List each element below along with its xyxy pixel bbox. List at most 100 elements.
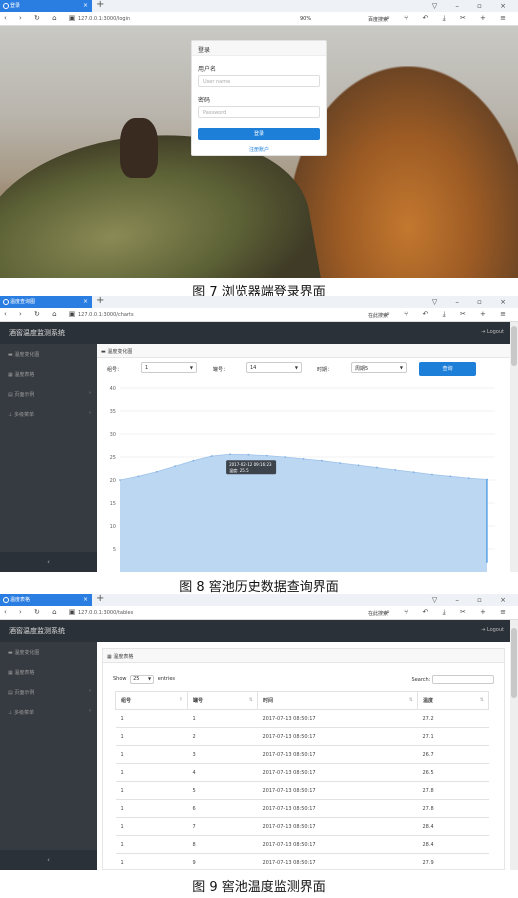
table-cell: 27.2 — [417, 709, 489, 728]
collapse-sidebar-button[interactable]: ‹ — [0, 552, 97, 572]
window-controls[interactable]: ▽ – ▫ × — [432, 296, 514, 308]
browser-tools-icon[interactable]: ⌕ ⑂ ↶ ⤓ ✂ + ≡ — [386, 608, 512, 617]
tank-select[interactable]: 14 ▼ — [246, 362, 302, 373]
app-title: 酒窖温度监测系统 — [9, 329, 65, 337]
login-screenshot: 登录 × + ▽ – ▫ × ‹ › ↻ ⌂ ▣ 127.0.0.1:3000/l… — [0, 0, 518, 278]
url-field[interactable]: 127.0.0.1:3000/charts — [78, 312, 134, 318]
table-cell: 27.8 — [417, 781, 489, 800]
chevron-right-icon: › — [89, 390, 91, 396]
chevron-right-icon: › — [89, 688, 91, 694]
browser-tab[interactable]: 温度查询图 × — [0, 296, 92, 308]
temperature-chart: 5 10 15 20 25 30 35 40 2017-02-12 09:16:23温度: 25… — [110, 386, 495, 572]
sort-icon: ⇅ — [479, 697, 484, 703]
logout-label: Logout — [486, 329, 504, 335]
col-header-tank[interactable]: 罐号 ⇅ — [187, 691, 258, 710]
period-value: 周期5 — [355, 366, 369, 372]
password-label: 密码 — [198, 97, 211, 104]
data-point — [467, 477, 470, 480]
sidebar-item-menu[interactable]: ⊥ 多级菜单 › — [0, 404, 97, 424]
zoom-level[interactable]: 90% — [300, 16, 311, 22]
nav-buttons[interactable]: ‹ › ↻ ⌂ ▣ — [4, 608, 80, 616]
table-row[interactable]: 1 4 2017-07-13 08:50:17 26.5 — [115, 763, 489, 782]
url-field[interactable]: 127.0.0.1:3000/tables — [78, 610, 133, 616]
sort-icon: ↑ — [178, 697, 183, 703]
sort-icon: ⇅ — [408, 697, 413, 703]
login-button[interactable]: 登录 — [198, 128, 320, 140]
tab-title: 温度表格 — [10, 597, 31, 603]
window-controls[interactable]: ▽ – ▫ × — [432, 0, 514, 12]
new-tab-icon[interactable]: + — [96, 594, 104, 604]
col-header-temp[interactable]: 温度 ⇅ — [417, 691, 489, 710]
table-cell: 5 — [187, 781, 258, 800]
col-header-time[interactable]: 时间 ⇅ — [257, 691, 418, 710]
scrollbar-thumb[interactable] — [511, 628, 517, 698]
query-button[interactable]: 查询 — [419, 362, 476, 376]
period-select[interactable]: 周期5 ▼ — [351, 362, 407, 373]
nav-buttons[interactable]: ‹ › ↻ ⌂ ▣ — [4, 310, 80, 318]
address-bar: ‹ › ↻ ⌂ ▣ 127.0.0.1:3000/login 90% 百度搜索 … — [0, 12, 518, 26]
y-tick-label: 15 — [110, 501, 116, 507]
page-length-select[interactable]: 25 ▼ — [130, 675, 155, 684]
sidebar-label: 温度表格 — [14, 372, 35, 378]
close-tab-icon[interactable]: × — [83, 296, 88, 308]
group-label: 组号： — [107, 367, 123, 373]
chevron-right-icon: › — [89, 708, 91, 714]
nav-buttons[interactable]: ‹ › ↻ ⌂ ▣ — [4, 14, 80, 22]
table-cell: 2017-07-13 08:50:17 — [257, 853, 418, 870]
logout-link[interactable]: ⇥ Logout — [481, 627, 504, 633]
sidebar-item-table[interactable]: ▦ 温度表格 — [0, 662, 97, 682]
table-row[interactable]: 1 3 2017-07-13 08:50:17 26.7 — [115, 745, 489, 764]
sidebar-item-pages[interactable]: ▤ 页面示例 › — [0, 682, 97, 702]
scrollbar[interactable] — [510, 322, 518, 572]
browser-tab[interactable]: 登录 × — [0, 0, 92, 12]
search-input[interactable] — [432, 675, 494, 684]
username-input[interactable]: User name — [198, 75, 320, 87]
caret-down-icon: ▼ — [399, 365, 403, 370]
table-row[interactable]: 1 9 2017-07-13 08:50:17 27.9 — [115, 853, 489, 870]
main-content: ▦ 温度表格 Show 25 ▼ entries Search: 组号 ↑ 罐号 ⇅ … — [97, 642, 510, 870]
table-row[interactable]: 1 6 2017-07-13 08:50:17 27.8 — [115, 799, 489, 818]
window-controls[interactable]: ▽ – ▫ × — [432, 594, 514, 606]
sidebar-item-chart[interactable]: ▬ 温度变化图 — [0, 642, 97, 662]
scrollbar[interactable] — [510, 620, 518, 870]
table-cell: 27.8 — [417, 799, 489, 818]
new-tab-icon[interactable]: + — [96, 296, 104, 306]
table-row[interactable]: 1 8 2017-07-13 08:50:17 28.4 — [115, 835, 489, 854]
browser-tab[interactable]: 温度表格 × — [0, 594, 92, 606]
group-select[interactable]: 1 ▼ — [141, 362, 197, 373]
table-row[interactable]: 1 5 2017-07-13 08:50:17 27.8 — [115, 781, 489, 800]
register-link[interactable]: 注册账户 — [192, 146, 326, 153]
sidebar-item-chart[interactable]: ▬ 温度变化图 — [0, 344, 97, 364]
logout-link[interactable]: ⇥ Logout — [481, 329, 504, 335]
page-length-control: Show 25 ▼ entries — [113, 675, 175, 684]
sidebar-label: 多级菜单 — [13, 412, 34, 418]
collapse-sidebar-button[interactable]: ‹ — [0, 850, 97, 870]
table-cell: 8 — [187, 835, 258, 854]
url-field[interactable]: 127.0.0.1:3000/login — [78, 16, 130, 22]
col-header-group[interactable]: 组号 ↑ — [115, 691, 188, 710]
browser-tabbar: 登录 × + ▽ – ▫ × — [0, 0, 518, 12]
app-header: 酒窖温度监测系统 ⇥ Logout — [0, 620, 518, 642]
table-row[interactable]: 1 1 2017-07-13 08:50:17 27.2 — [115, 709, 489, 728]
y-tick-label: 5 — [113, 547, 116, 553]
show-label: Show — [113, 676, 127, 682]
area-fill — [120, 454, 487, 572]
table-cell: 2017-07-13 08:50:17 — [257, 763, 418, 782]
sidebar-item-menu[interactable]: ⊥ 多级菜单 › — [0, 702, 97, 722]
close-tab-icon[interactable]: × — [83, 594, 88, 606]
browser-tools-icon[interactable]: ⌕ ⑂ ↶ ⤓ ✂ + ≡ — [386, 14, 512, 23]
password-input[interactable]: Password — [198, 106, 320, 118]
table-row[interactable]: 1 7 2017-07-13 08:50:17 28.4 — [115, 817, 489, 836]
y-tick-label: 20 — [110, 478, 116, 484]
scrollbar-thumb[interactable] — [511, 326, 517, 366]
background-photo: 登录 用户名 User name 密码 Password 登录 注册账户 — [0, 26, 518, 278]
browser-tools-icon[interactable]: ⌕ ⑂ ↶ ⤓ ✂ + ≡ — [386, 310, 512, 319]
table-cell: 2017-07-13 08:50:17 — [257, 781, 418, 800]
new-tab-icon[interactable]: + — [96, 0, 104, 10]
col-header-label: 组号 — [121, 698, 132, 704]
table-cell: 6 — [187, 799, 258, 818]
sidebar-item-pages[interactable]: ▤ 页面示例 › — [0, 384, 97, 404]
sidebar-item-table[interactable]: ▦ 温度表格 — [0, 364, 97, 384]
close-tab-icon[interactable]: × — [83, 0, 88, 12]
table-row[interactable]: 1 2 2017-07-13 08:50:17 27.1 — [115, 727, 489, 746]
